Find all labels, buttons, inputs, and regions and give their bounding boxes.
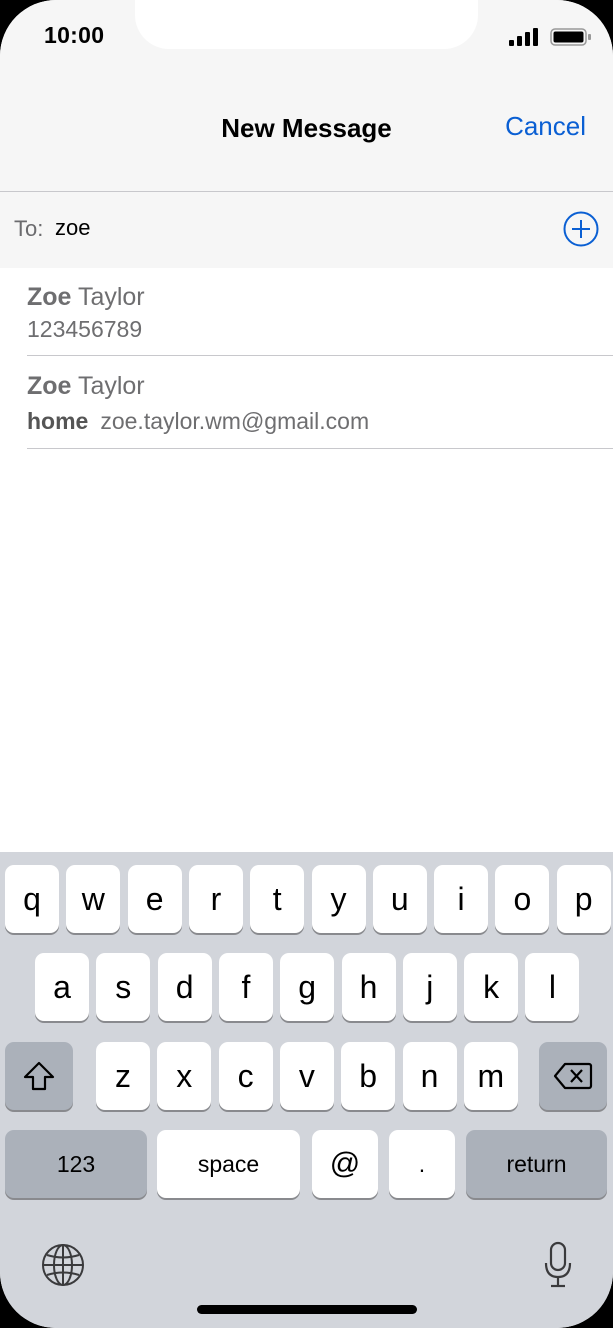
shift-icon (23, 1061, 55, 1091)
key-d[interactable]: d (157, 953, 212, 1021)
to-label: To: (14, 216, 44, 241)
key-o[interactable]: o (495, 865, 550, 933)
key-k[interactable]: k (464, 953, 519, 1021)
key-h[interactable]: h (341, 953, 396, 1021)
contact-suggestion[interactable]: Zoe Taylor home zoe.taylor.wm@gmail.com (27, 356, 613, 449)
key-i[interactable]: i (434, 865, 489, 933)
dot-key[interactable]: . (389, 1130, 455, 1198)
key-j[interactable]: j (402, 953, 457, 1021)
return-key[interactable]: return (466, 1130, 607, 1198)
key-a[interactable]: a (35, 953, 89, 1021)
key-b[interactable]: b (341, 1042, 396, 1110)
notch (135, 0, 478, 49)
key-g[interactable]: g (280, 953, 335, 1021)
globe-icon[interactable] (41, 1243, 85, 1287)
key-c[interactable]: c (218, 1042, 273, 1110)
key-p[interactable]: p (556, 865, 611, 933)
key-x[interactable]: x (157, 1042, 212, 1110)
status-time: 10:00 (44, 22, 105, 48)
key-s[interactable]: s (96, 953, 151, 1021)
key-m[interactable]: m (463, 1042, 518, 1110)
shift-key[interactable] (5, 1042, 73, 1110)
at-key[interactable]: @ (312, 1130, 378, 1198)
battery-icon (550, 28, 591, 46)
key-n[interactable]: n (402, 1042, 457, 1110)
key-q[interactable]: q (5, 865, 59, 933)
key-y[interactable]: y (311, 865, 366, 933)
contact-name: Zoe Taylor (27, 283, 145, 311)
home-indicator (197, 1305, 417, 1314)
status-bar: 10:00 (0, 0, 613, 80)
phone-screen: 10:00 New Message Cancel To: Zoe Taylor … (0, 0, 613, 1328)
keyboard: qwertyuiop asdfghjkl zxcvbnm 123 space @… (0, 852, 613, 1328)
key-u[interactable]: u (372, 865, 427, 933)
contact-detail: home zoe.taylor.wm@gmail.com (27, 408, 370, 434)
navigation-bar: New Message Cancel (0, 80, 613, 192)
signal-icon (509, 28, 538, 46)
recipient-row: To: (0, 192, 613, 268)
space-key[interactable]: space (157, 1130, 300, 1198)
key-t[interactable]: t (250, 865, 305, 933)
microphone-icon[interactable] (543, 1241, 573, 1289)
key-z[interactable]: z (96, 1042, 150, 1110)
recipient-input[interactable] (55, 210, 495, 246)
key-l[interactable]: l (525, 953, 580, 1021)
key-f[interactable]: f (218, 953, 273, 1021)
contact-detail: 123456789 (27, 316, 143, 342)
contact-suggestions: Zoe Taylor 123456789 Zoe Taylor home zoe.… (0, 268, 613, 449)
delete-icon (553, 1062, 593, 1090)
key-e[interactable]: e (127, 865, 182, 933)
plus-circle-icon[interactable] (563, 211, 599, 247)
cancel-button[interactable]: Cancel (505, 111, 586, 142)
key-v[interactable]: v (279, 1042, 334, 1110)
key-w[interactable]: w (66, 865, 121, 933)
contact-suggestion[interactable]: Zoe Taylor 123456789 (27, 268, 613, 356)
key-r[interactable]: r (188, 865, 243, 933)
numbers-key[interactable]: 123 (5, 1130, 147, 1198)
contact-name: Zoe Taylor (27, 372, 145, 400)
delete-key[interactable] (539, 1042, 607, 1110)
